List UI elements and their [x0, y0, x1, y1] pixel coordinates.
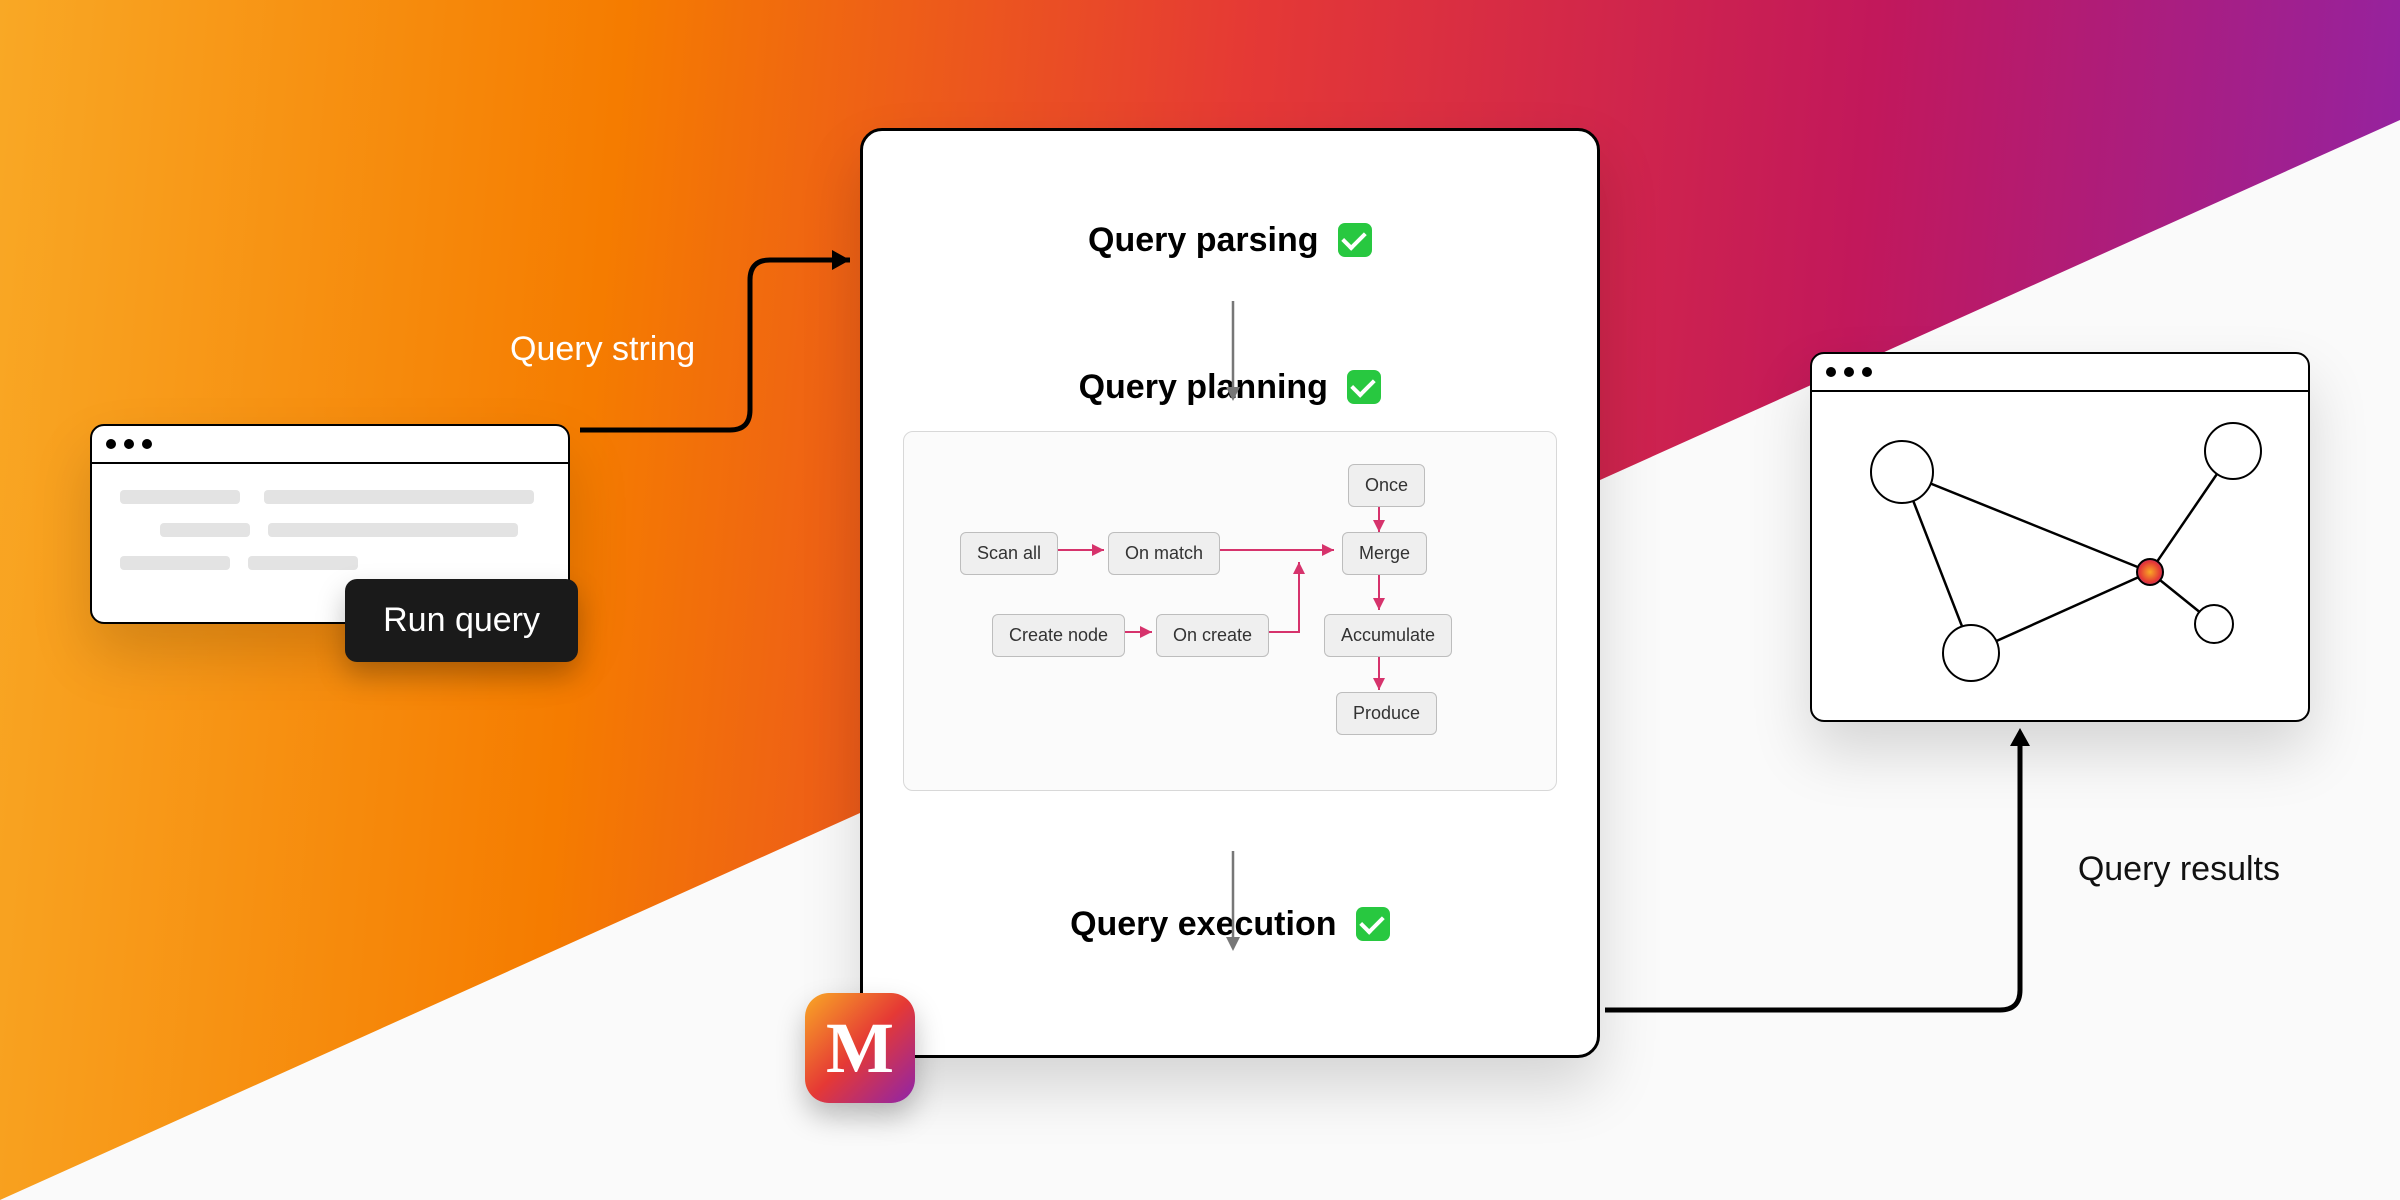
- memgraph-logo-icon: M: [805, 993, 915, 1103]
- graph-node: [1942, 624, 2000, 682]
- stage-execution-label: Query execution: [1070, 905, 1336, 943]
- arrow-parsing-to-planning: [1218, 301, 1248, 411]
- window-titlebar: [1812, 354, 2308, 392]
- plan-node-on-create: On create: [1156, 614, 1269, 657]
- processing-window: Query parsing Query planning Scan all On…: [860, 128, 1600, 1058]
- plan-edges: [904, 432, 1556, 790]
- window-dot-icon: [124, 439, 134, 449]
- arrow-main-to-results: [1600, 720, 2060, 1020]
- graph-node: [1870, 440, 1934, 504]
- query-results-label: Query results: [2078, 850, 2280, 889]
- graph-node-highlighted: [2136, 558, 2164, 586]
- check-icon: [1356, 907, 1390, 941]
- plan-node-produce: Produce: [1336, 692, 1437, 735]
- run-query-button[interactable]: Run query: [345, 579, 578, 662]
- window-dot-icon: [106, 439, 116, 449]
- plan-node-once: Once: [1348, 464, 1425, 507]
- check-icon: [1338, 223, 1372, 257]
- plan-node-merge: Merge: [1342, 532, 1427, 575]
- graph-node: [2204, 422, 2262, 480]
- arrow-input-to-main: [570, 250, 870, 510]
- window-dot-icon: [1844, 367, 1854, 377]
- stage-parsing: Query parsing: [863, 221, 1597, 260]
- stage-planning-label: Query planning: [1079, 368, 1328, 406]
- plan-node-scan-all: Scan all: [960, 532, 1058, 575]
- plan-node-on-match: On match: [1108, 532, 1220, 575]
- window-dot-icon: [142, 439, 152, 449]
- query-input-window: Run query: [90, 424, 570, 624]
- graph-visualization: [1812, 392, 2308, 720]
- check-icon: [1347, 370, 1381, 404]
- window-dot-icon: [1826, 367, 1836, 377]
- plan-node-accumulate: Accumulate: [1324, 614, 1452, 657]
- stage-parsing-label: Query parsing: [1088, 221, 1319, 259]
- results-window: [1810, 352, 2310, 722]
- window-dot-icon: [1862, 367, 1872, 377]
- window-titlebar: [92, 426, 568, 464]
- plan-node-create-node: Create node: [992, 614, 1125, 657]
- graph-node: [2194, 604, 2234, 644]
- query-plan-diagram: Scan all On match Create node On create …: [903, 431, 1557, 791]
- arrow-planning-to-execution: [1218, 851, 1248, 961]
